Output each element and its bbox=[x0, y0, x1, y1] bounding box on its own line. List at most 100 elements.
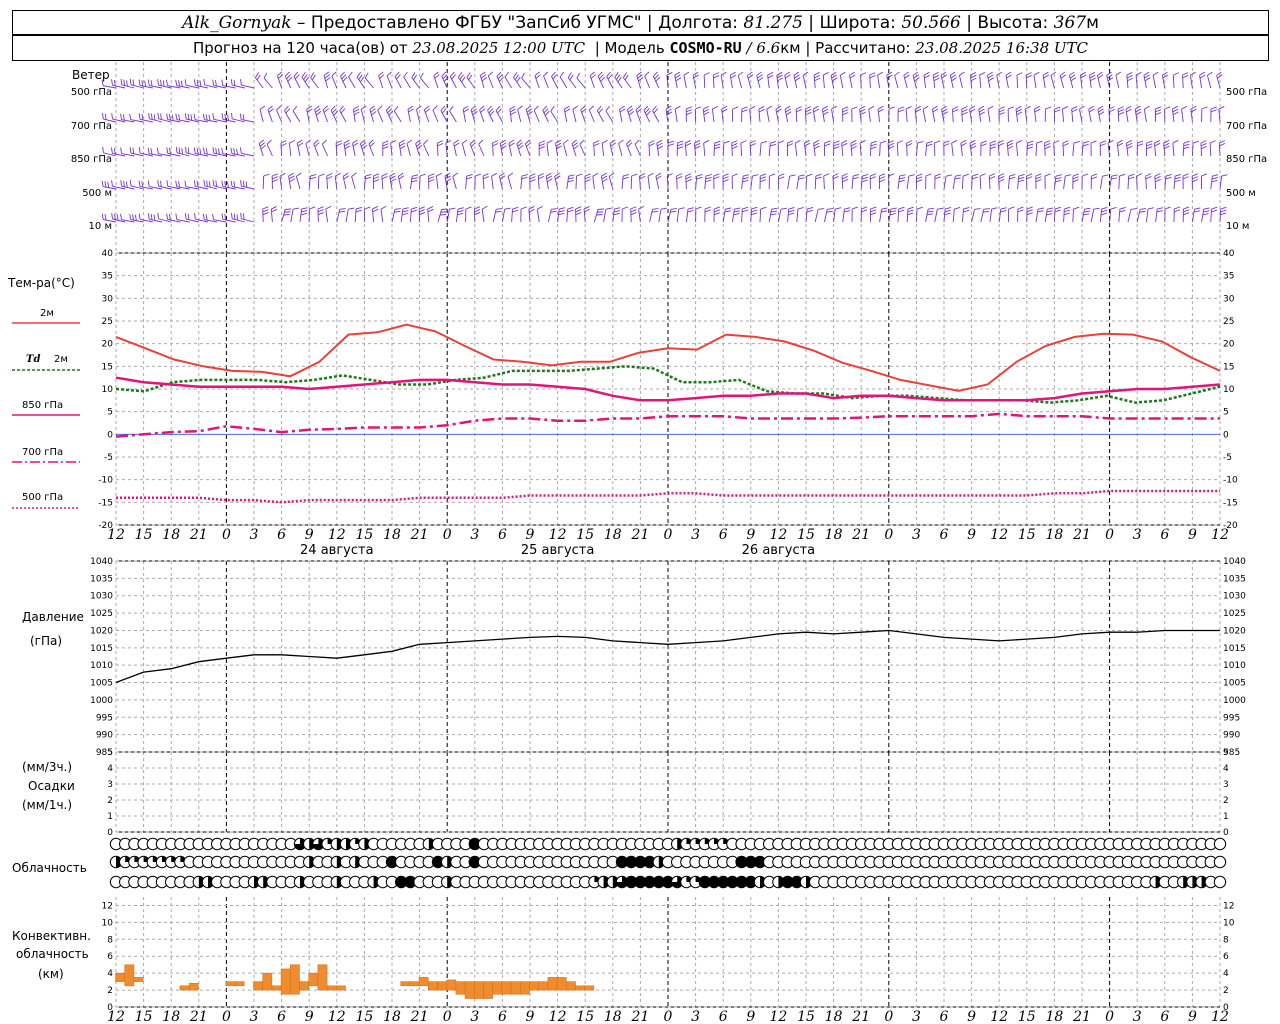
wind-barb-flag bbox=[1135, 108, 1142, 113]
wind-barb-flag bbox=[1035, 179, 1042, 183]
conv-bar bbox=[520, 981, 530, 995]
x-tick-label-bottom: 12 bbox=[990, 1009, 1008, 1024]
wind-barb-flag bbox=[1202, 213, 1209, 216]
wind-barb-flag bbox=[512, 209, 519, 213]
wind-barb-flag bbox=[877, 105, 884, 110]
wind-barb-flag bbox=[262, 211, 269, 216]
wind-barb-flag bbox=[410, 209, 417, 213]
wind-barb-flag bbox=[368, 139, 374, 145]
wind-barb-flag bbox=[704, 209, 711, 213]
conv-bar bbox=[446, 979, 457, 991]
wind-barb-flag bbox=[474, 209, 481, 213]
wind-barb-flag bbox=[693, 74, 700, 79]
wind-barb-flag bbox=[1044, 145, 1051, 150]
wind-barb-flag bbox=[575, 206, 582, 210]
wind-barb-flag bbox=[138, 79, 141, 86]
wind-barb-flag bbox=[619, 105, 625, 110]
conv-bar bbox=[418, 977, 429, 987]
wind-barb-flag bbox=[675, 74, 681, 79]
wind-barb-flag bbox=[787, 140, 794, 144]
wind-barb-flag bbox=[202, 213, 205, 220]
temp-tick-right: -5 bbox=[1223, 453, 1232, 463]
x-tick-label-bottom: 0 bbox=[884, 1009, 893, 1024]
wind-barb-flag bbox=[339, 210, 346, 213]
wind-barb-flag bbox=[972, 173, 979, 177]
wind-barb-flag bbox=[449, 105, 454, 112]
wind-barb-flag bbox=[254, 72, 259, 78]
pres-tick-left: 1035 bbox=[90, 574, 113, 584]
wind-barb-flag bbox=[378, 71, 384, 77]
wind-barb-flag bbox=[630, 211, 637, 216]
wind-barb-flag bbox=[974, 208, 981, 210]
wind-barb-flag bbox=[402, 210, 409, 213]
wind-barb-flag bbox=[496, 71, 502, 77]
wind-barb-flag bbox=[685, 140, 691, 144]
wind-barb-flag bbox=[398, 139, 405, 144]
cloud-title: Облачность bbox=[12, 861, 87, 875]
wind-barb bbox=[1053, 142, 1055, 157]
wind-barb-flag bbox=[144, 80, 147, 87]
wind-barb-flag bbox=[932, 105, 938, 110]
wind-barb-flag bbox=[950, 71, 956, 76]
wind-barb-flag bbox=[147, 213, 150, 220]
wind-barb bbox=[385, 110, 393, 123]
precip-tick-right: 4 bbox=[1223, 764, 1229, 774]
conv-bar bbox=[501, 981, 512, 995]
wind-barb-flag bbox=[175, 79, 178, 86]
wind-barb bbox=[592, 176, 595, 190]
wind-barb-flag bbox=[798, 177, 805, 180]
wind-barb-flag bbox=[732, 173, 738, 177]
wind-barb-flag bbox=[623, 173, 630, 177]
x-tick-label-bottom: 21 bbox=[851, 1009, 870, 1024]
wind-barb bbox=[1218, 142, 1221, 157]
wind-barb-flag bbox=[178, 147, 181, 154]
wind-barb-flag bbox=[280, 143, 287, 147]
wind-barb-flag bbox=[685, 142, 692, 147]
wind-barb-flag bbox=[652, 71, 658, 77]
wind-barb-flag bbox=[983, 210, 990, 213]
wind-barb-flag bbox=[842, 106, 849, 110]
wind-barb-flag bbox=[759, 179, 766, 183]
x-tick-label-bottom: 12 bbox=[1211, 1009, 1229, 1024]
wind-barb-flag bbox=[1036, 140, 1043, 144]
x-tick-label: 6 bbox=[1160, 527, 1169, 543]
wind-barb-flag bbox=[602, 178, 608, 183]
wind-barb-flag bbox=[1044, 143, 1051, 147]
wind-barb-flag bbox=[961, 109, 968, 113]
wind-barb-flag bbox=[318, 173, 325, 177]
wind-barb-flag bbox=[399, 142, 406, 147]
wind-barb-flag bbox=[469, 139, 475, 145]
wind-barb-flag bbox=[785, 111, 792, 116]
pres-tick-right: 1015 bbox=[1223, 644, 1246, 654]
wind-barb-flag bbox=[835, 207, 842, 210]
wind-barb-flag bbox=[449, 71, 455, 77]
wind-barb-flag bbox=[539, 140, 545, 144]
wind-barb-flag bbox=[988, 77, 994, 82]
wind-barb-flag bbox=[496, 208, 503, 210]
wind-barb-flag bbox=[1090, 140, 1097, 144]
wind-barb bbox=[280, 142, 283, 157]
wind-barb-flag bbox=[276, 105, 282, 111]
wind-barb-flag bbox=[1110, 206, 1117, 210]
conv-bar bbox=[336, 985, 346, 991]
wind-barb-flag bbox=[926, 213, 933, 216]
wind-barb-flag bbox=[564, 105, 570, 110]
wind-barb-flag bbox=[1220, 206, 1227, 210]
wind-barb bbox=[1210, 208, 1212, 223]
wind-barb-flag bbox=[579, 139, 585, 145]
wind-barb bbox=[321, 143, 329, 157]
wind-barb-flag bbox=[842, 112, 849, 116]
wind-barb-flag bbox=[713, 75, 720, 79]
wind-barb-flag bbox=[359, 76, 365, 83]
wind-barb-flag bbox=[233, 181, 236, 188]
wind-barb-flag bbox=[262, 209, 269, 213]
wind-barb bbox=[652, 110, 660, 123]
wind-barb-flag bbox=[382, 140, 389, 144]
wind-barb-flag bbox=[788, 206, 795, 210]
wind-barb-flag bbox=[504, 71, 509, 78]
wind-barb-flag bbox=[394, 71, 400, 77]
wind-barb-flag bbox=[480, 71, 486, 76]
wind-barb bbox=[906, 208, 909, 223]
wind-barb-flag bbox=[336, 143, 342, 147]
legend-2m: 2м bbox=[40, 308, 54, 319]
